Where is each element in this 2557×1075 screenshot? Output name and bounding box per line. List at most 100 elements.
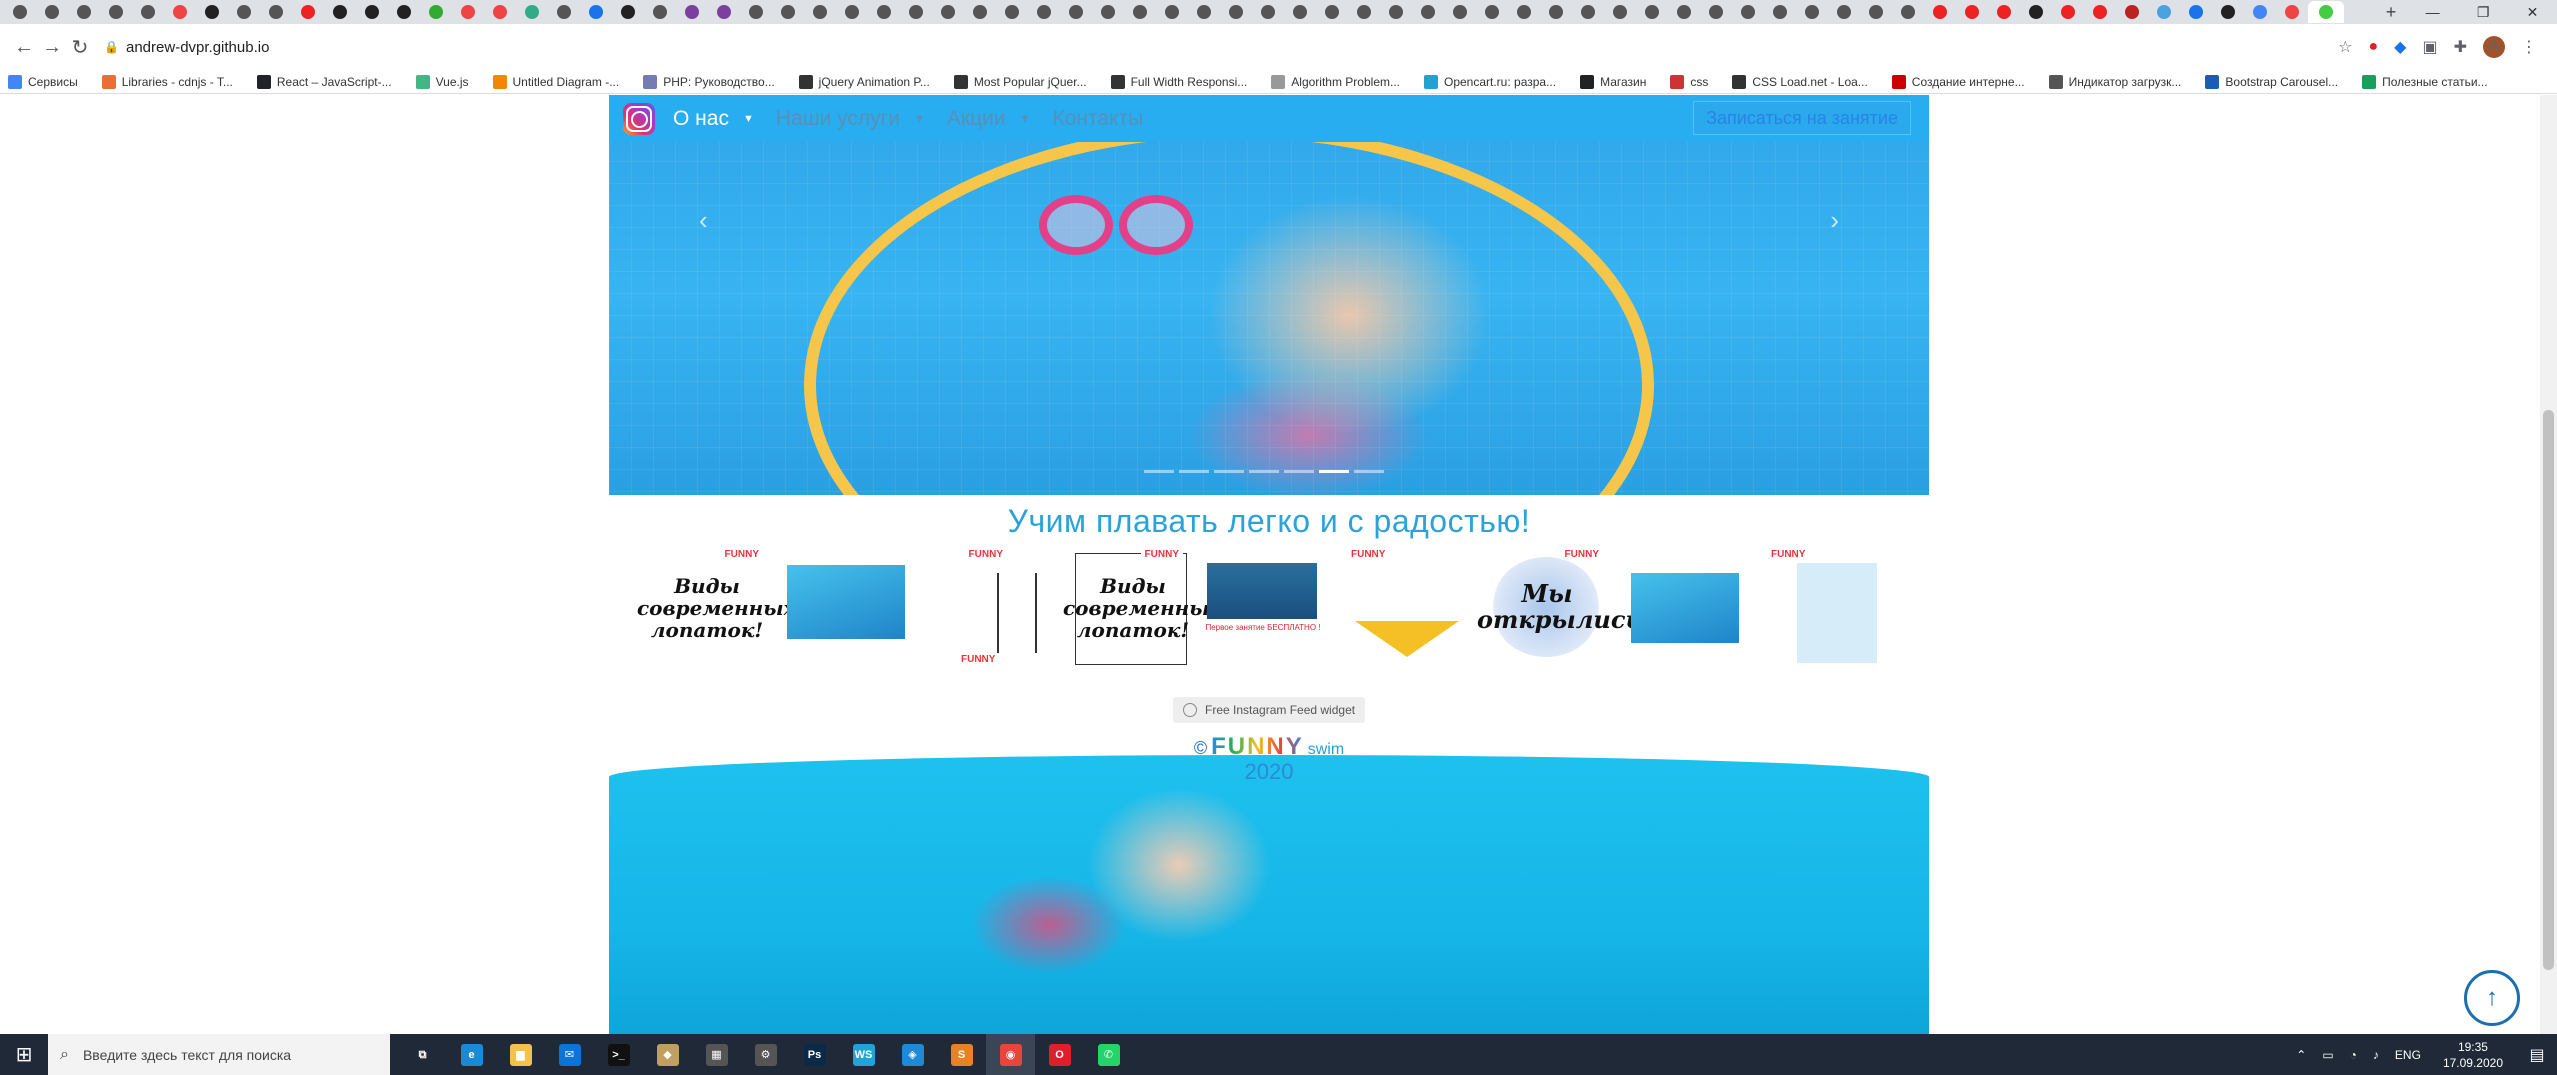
bookmark-item[interactable]: Vue.js — [415, 74, 469, 89]
browser-tab[interactable] — [1860, 1, 1892, 23]
browser-tab[interactable] — [2212, 1, 2244, 23]
browser-tab[interactable] — [36, 1, 68, 23]
bookmark-item[interactable]: PHP: Руководство... — [643, 74, 775, 89]
browser-tab[interactable] — [772, 1, 804, 23]
browser-tab[interactable] — [1764, 1, 1796, 23]
browser-tab[interactable] — [900, 1, 932, 23]
browser-tab[interactable] — [68, 1, 100, 23]
bookmark-item[interactable]: Algorithm Problem... — [1271, 74, 1400, 89]
bookmark-item[interactable]: Индикатор загрузк... — [2048, 74, 2181, 89]
browser-tab[interactable] — [4, 1, 36, 23]
forward-button[interactable]: → — [38, 36, 66, 59]
browser-tab[interactable] — [1092, 1, 1124, 23]
scroll-to-top-button[interactable]: ↑ — [2464, 970, 2520, 1026]
bookmark-item[interactable]: CSS Load.net - Loa... — [1732, 74, 1868, 89]
taskbar-app-terminal[interactable]: >_ — [594, 1034, 643, 1075]
browser-tab[interactable] — [2020, 1, 2052, 23]
bookmark-item[interactable]: Most Popular jQuer... — [953, 74, 1087, 89]
bookmark-item[interactable]: Полезные статьи... — [2362, 74, 2488, 89]
browser-tab[interactable] — [804, 1, 836, 23]
instagram-widget-link[interactable]: Free Instagram Feed widget — [1173, 697, 1366, 723]
nav-item-contacts[interactable]: Контакты — [1052, 107, 1143, 131]
taskbar-app-task-view[interactable]: ⧉ — [398, 1034, 447, 1075]
browser-tab[interactable] — [1380, 1, 1412, 23]
nav-item-promotions[interactable]: Акции ▼ — [947, 107, 1031, 131]
taskbar-app-chrome[interactable]: ◉ — [986, 1034, 1035, 1075]
browser-tab[interactable] — [260, 1, 292, 23]
bookmark-item[interactable]: Магазин — [1580, 74, 1646, 89]
feed-post[interactable]: Первое занятие БЕСПЛАТНО ! — [1197, 543, 1337, 675]
browser-tab[interactable] — [1668, 1, 1700, 23]
browser-tab[interactable] — [676, 1, 708, 23]
back-button[interactable]: ← — [10, 36, 38, 59]
carousel-indicator[interactable] — [1249, 470, 1279, 473]
browser-tab[interactable] — [836, 1, 868, 23]
browser-tab[interactable] — [2084, 1, 2116, 23]
browser-tab[interactable] — [1732, 1, 1764, 23]
carousel-indicator[interactable] — [1179, 470, 1209, 473]
menu-icon[interactable]: ⋮ — [2521, 37, 2537, 57]
browser-tab[interactable] — [2148, 1, 2180, 23]
browser-tab[interactable] — [196, 1, 228, 23]
carousel-indicator[interactable] — [1319, 470, 1349, 473]
taskbar-app-webstorm[interactable]: WS — [839, 1034, 888, 1075]
browser-tab[interactable] — [2276, 1, 2308, 23]
taskbar-search-box[interactable]: ⌕ Введите здесь текст для поиска — [48, 1034, 390, 1075]
puzzle-icon[interactable]: ✚ — [2454, 37, 2467, 57]
browser-tab[interactable] — [580, 1, 612, 23]
browser-tab[interactable] — [516, 1, 548, 23]
browser-tab[interactable] — [452, 1, 484, 23]
taskbar-app-opera[interactable]: O — [1035, 1034, 1084, 1075]
browser-tab[interactable] — [1316, 1, 1348, 23]
browser-tab[interactable] — [1956, 1, 1988, 23]
browser-tab[interactable] — [932, 1, 964, 23]
language-indicator[interactable]: ENG — [2395, 1048, 2421, 1062]
url-text[interactable]: andrew-dvpr.github.io — [126, 39, 269, 56]
taskbar-app-settings[interactable]: ⚙ — [741, 1034, 790, 1075]
minimize-button[interactable]: — — [2426, 4, 2440, 21]
opera-extension-icon[interactable]: ● — [2368, 38, 2378, 56]
browser-tab[interactable] — [2180, 1, 2212, 23]
browser-tab[interactable] — [1700, 1, 1732, 23]
browser-tab[interactable] — [1124, 1, 1156, 23]
browser-tab[interactable] — [1796, 1, 1828, 23]
browser-tab[interactable] — [484, 1, 516, 23]
browser-tab[interactable] — [132, 1, 164, 23]
feed-post[interactable]: FUNNY Виды современных лопаток! — [637, 543, 796, 675]
reload-button[interactable]: ↻ — [66, 35, 94, 60]
taskbar-app-whatsapp[interactable]: ✆ — [1084, 1034, 1133, 1075]
battery-icon[interactable]: ▭ — [2322, 1048, 2333, 1062]
carousel-indicator[interactable] — [1144, 470, 1174, 473]
star-icon[interactable]: ☆ — [2338, 37, 2352, 57]
bookmark-item[interactable]: Full Width Responsi... — [1110, 74, 1247, 89]
browser-tab[interactable] — [1444, 1, 1476, 23]
browser-tab[interactable] — [996, 1, 1028, 23]
feed-post[interactable]: FUNNY — [1337, 543, 1477, 675]
carousel-indicator[interactable] — [1354, 470, 1384, 473]
browser-tab[interactable] — [1508, 1, 1540, 23]
taskbar-app-mail[interactable]: ✉ — [545, 1034, 594, 1075]
taskbar-app-explorer[interactable]: ▆ — [496, 1034, 545, 1075]
browser-tab[interactable] — [1892, 1, 1924, 23]
taskbar-app-git[interactable]: ◆ — [643, 1034, 692, 1075]
browser-tab[interactable] — [164, 1, 196, 23]
close-window-button[interactable]: ✕ — [2527, 4, 2539, 21]
browser-tab[interactable] — [1828, 1, 1860, 23]
profile-avatar[interactable]: A — [2483, 36, 2505, 58]
browser-tab[interactable] — [1540, 1, 1572, 23]
browser-tab[interactable] — [100, 1, 132, 23]
bookmark-item[interactable]: Libraries - cdnjs - T... — [101, 74, 233, 89]
bookmark-item[interactable]: jQuery Animation P... — [798, 74, 930, 89]
carousel-prev-icon[interactable]: ‹ — [699, 205, 708, 236]
feed-post[interactable]: FUNNY FUNNY — [917, 543, 1057, 675]
browser-tab[interactable] — [1412, 1, 1444, 23]
browser-tab[interactable] — [868, 1, 900, 23]
browser-tab[interactable] — [324, 1, 356, 23]
browser-tab[interactable] — [292, 1, 324, 23]
browser-tab[interactable] — [1188, 1, 1220, 23]
browser-tab[interactable] — [1028, 1, 1060, 23]
browser-tab[interactable] — [1060, 1, 1092, 23]
browser-tab[interactable] — [964, 1, 996, 23]
bookmark-item[interactable]: css — [1670, 74, 1708, 89]
browser-tab[interactable] — [708, 1, 740, 23]
